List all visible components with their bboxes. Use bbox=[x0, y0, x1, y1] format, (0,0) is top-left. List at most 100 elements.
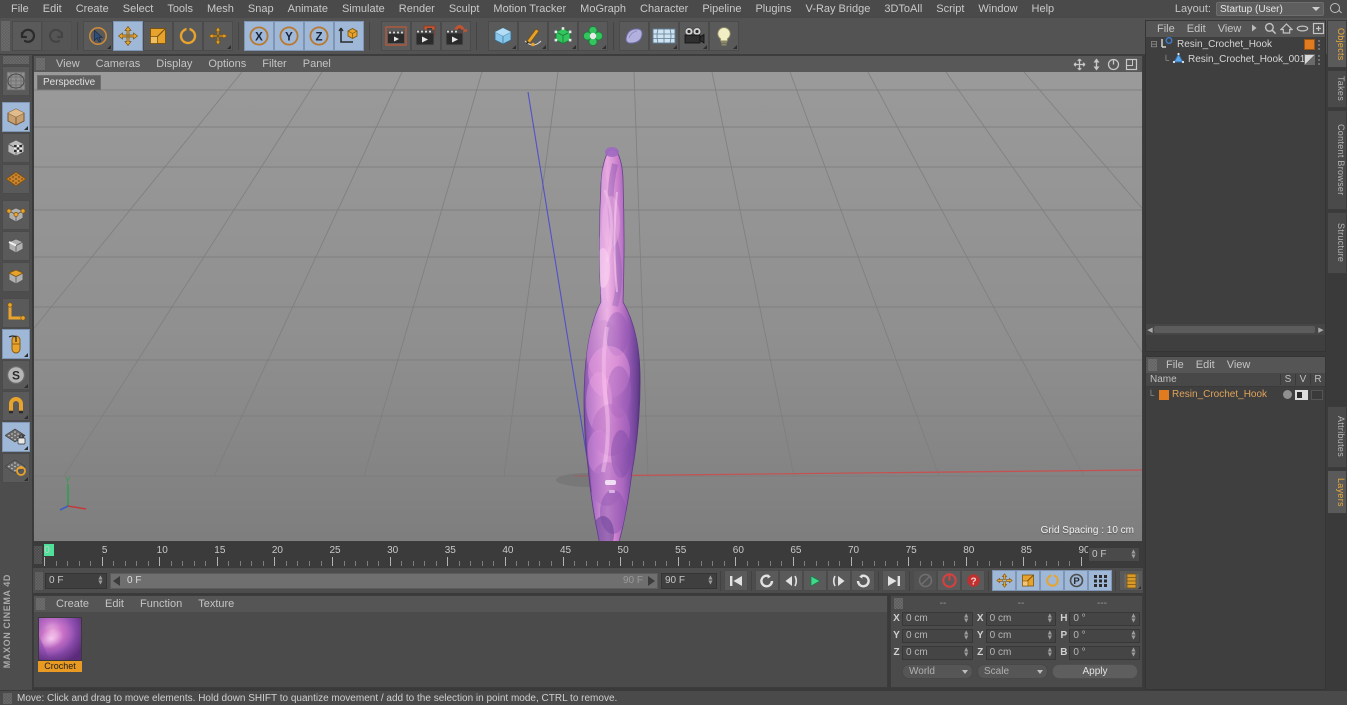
arrow-right-icon[interactable] bbox=[1248, 22, 1262, 36]
add-scene-object[interactable] bbox=[619, 21, 649, 51]
tool-options-corner[interactable] bbox=[673, 45, 677, 49]
size-y-input[interactable]: 0 cm ▲ ▼ bbox=[985, 628, 1057, 643]
spinner-icon[interactable]: ▲ ▼ bbox=[963, 612, 970, 624]
coordinates-grip[interactable] bbox=[894, 597, 903, 609]
max-frame-field[interactable]: 90 F ▲ ▼ bbox=[661, 572, 717, 589]
layer-menu-file[interactable]: File bbox=[1160, 357, 1190, 373]
record-active-objects-button[interactable] bbox=[913, 570, 937, 591]
menu-sculpt[interactable]: Sculpt bbox=[442, 0, 487, 18]
previous-frame-button[interactable] bbox=[779, 570, 803, 591]
menu-3dtoall[interactable]: 3DToAll bbox=[877, 0, 929, 18]
scroll-right-arrow-icon[interactable]: ▶ bbox=[1317, 326, 1325, 334]
add-cube-primitive[interactable] bbox=[488, 21, 518, 51]
layer-manager-grip[interactable] bbox=[1148, 359, 1157, 371]
spinner-icon[interactable]: ▲ ▼ bbox=[1046, 612, 1053, 624]
spinner-icon[interactable]: ▲ ▼ bbox=[97, 574, 104, 586]
menu-edit[interactable]: Edit bbox=[36, 0, 69, 18]
expand-icon[interactable] bbox=[1312, 22, 1326, 36]
tab-content-browser[interactable]: Content Browser bbox=[1327, 110, 1347, 210]
expand-toggle[interactable]: ⊟ bbox=[1148, 39, 1160, 50]
tool-options-corner[interactable] bbox=[107, 45, 111, 49]
timeline-frame-field[interactable]: 0 F ▲ ▼ bbox=[1088, 547, 1140, 562]
timeline-grip[interactable] bbox=[34, 546, 42, 564]
tool-options-corner[interactable] bbox=[24, 415, 28, 419]
lock-workplane[interactable] bbox=[2, 422, 30, 452]
keyframe-selection-button[interactable]: ? bbox=[961, 570, 985, 591]
x-axis-lock[interactable]: X bbox=[244, 21, 274, 51]
tool-options-corner[interactable] bbox=[24, 477, 28, 481]
tool-options-corner[interactable] bbox=[1138, 586, 1141, 589]
material-menu-edit[interactable]: Edit bbox=[97, 596, 132, 612]
object-menu-file[interactable]: File bbox=[1151, 21, 1181, 37]
scrollbar-thumb[interactable] bbox=[1154, 326, 1315, 333]
menu-simulate[interactable]: Simulate bbox=[335, 0, 392, 18]
tab-takes[interactable]: Takes bbox=[1327, 70, 1347, 108]
tab-structure[interactable]: Structure bbox=[1327, 212, 1347, 274]
object-tree[interactable]: ⊟ Resin_Crochet_Hook └ Resin_Crochet_Hoo… bbox=[1146, 37, 1325, 335]
viewport-menu-filter[interactable]: Filter bbox=[254, 56, 294, 72]
menu-mesh[interactable]: Mesh bbox=[200, 0, 241, 18]
menu-create[interactable]: Create bbox=[69, 0, 116, 18]
status-bar-grip[interactable] bbox=[3, 692, 12, 704]
material-tag-icon[interactable] bbox=[1304, 39, 1315, 50]
texture-mode[interactable] bbox=[2, 133, 30, 163]
rotate-view-icon[interactable] bbox=[1107, 58, 1120, 71]
add-light[interactable] bbox=[709, 21, 739, 51]
visibility-dots-icon[interactable] bbox=[1317, 38, 1321, 51]
viewport-menu-cameras[interactable]: Cameras bbox=[88, 56, 149, 72]
home-icon[interactable] bbox=[1279, 22, 1294, 36]
axis-modification[interactable] bbox=[2, 298, 30, 328]
tool-options-corner[interactable] bbox=[733, 45, 737, 49]
spinner-icon[interactable]: ▲ ▼ bbox=[707, 574, 714, 586]
position-y-input[interactable]: 0 cm ▲ ▼ bbox=[902, 628, 973, 643]
rotate-tool[interactable] bbox=[173, 21, 203, 51]
menu-pipeline[interactable]: Pipeline bbox=[695, 0, 748, 18]
edit-render-settings[interactable] bbox=[441, 21, 471, 51]
rotation-b-input[interactable]: 0 ° ▲ ▼ bbox=[1069, 645, 1141, 660]
menu-window[interactable]: Window bbox=[971, 0, 1024, 18]
add-camera[interactable] bbox=[679, 21, 709, 51]
object-manager-hscrollbar[interactable]: ◀ ▶ bbox=[1146, 324, 1325, 335]
material-item[interactable]: Crochet bbox=[38, 617, 82, 672]
material-list[interactable]: Crochet bbox=[34, 612, 887, 687]
visibility-dots-icon[interactable] bbox=[1317, 53, 1321, 66]
size-x-input[interactable]: 0 cm ▲ ▼ bbox=[985, 611, 1057, 626]
spinner-icon[interactable]: ▲ ▼ bbox=[1046, 646, 1053, 658]
menu-mograph[interactable]: MoGraph bbox=[573, 0, 633, 18]
tab-attributes[interactable]: Attributes bbox=[1327, 406, 1347, 468]
render-to-picture-viewer[interactable] bbox=[411, 21, 441, 51]
range-start-marker[interactable] bbox=[113, 575, 120, 586]
parameter-key-button[interactable]: P bbox=[1064, 570, 1088, 591]
timeline-range-strip[interactable]: 0 F 90 F bbox=[110, 572, 658, 589]
workplane-auto[interactable] bbox=[2, 453, 30, 483]
position-x-input[interactable]: 0 cm ▲ ▼ bbox=[902, 611, 973, 626]
object-row-child[interactable]: └ Resin_Crochet_Hook_001 bbox=[1146, 52, 1325, 67]
visible-toggle[interactable] bbox=[1295, 389, 1308, 400]
size-z-input[interactable]: 0 cm ▲ ▼ bbox=[985, 645, 1057, 660]
layer-menu-view[interactable]: View bbox=[1221, 357, 1257, 373]
tab-layers[interactable]: Layers bbox=[1327, 470, 1347, 514]
size-mode-dropdown[interactable]: Scale bbox=[977, 664, 1048, 679]
left-toolbar-grip[interactable] bbox=[3, 56, 29, 64]
render-view[interactable] bbox=[381, 21, 411, 51]
live-selection-tool[interactable] bbox=[83, 21, 113, 51]
y-axis-lock[interactable]: Y bbox=[274, 21, 304, 51]
magnet-tool[interactable] bbox=[2, 391, 30, 421]
tool-options-corner[interactable] bbox=[542, 45, 546, 49]
current-frame-field[interactable]: 0 F ▲ ▼ bbox=[45, 572, 107, 589]
autokeying-button[interactable] bbox=[937, 570, 961, 591]
go-to-end-button[interactable] bbox=[882, 570, 906, 591]
viewport-menu-view[interactable]: View bbox=[48, 56, 88, 72]
play-backwards-loop-button[interactable] bbox=[755, 570, 779, 591]
material-thumbnail[interactable] bbox=[38, 617, 82, 661]
add-generator[interactable] bbox=[548, 21, 578, 51]
material-menu-create[interactable]: Create bbox=[48, 596, 97, 612]
layer-color-swatch[interactable] bbox=[1159, 389, 1169, 400]
rotation-key-button[interactable] bbox=[1040, 570, 1064, 591]
maximize-view-icon[interactable] bbox=[1125, 58, 1138, 71]
undo-button[interactable] bbox=[12, 21, 42, 51]
object-row-parent[interactable]: ⊟ Resin_Crochet_Hook bbox=[1146, 37, 1325, 52]
add-environment[interactable] bbox=[649, 21, 679, 51]
world-object-coordinates[interactable] bbox=[334, 21, 364, 51]
menu-help[interactable]: Help bbox=[1025, 0, 1062, 18]
